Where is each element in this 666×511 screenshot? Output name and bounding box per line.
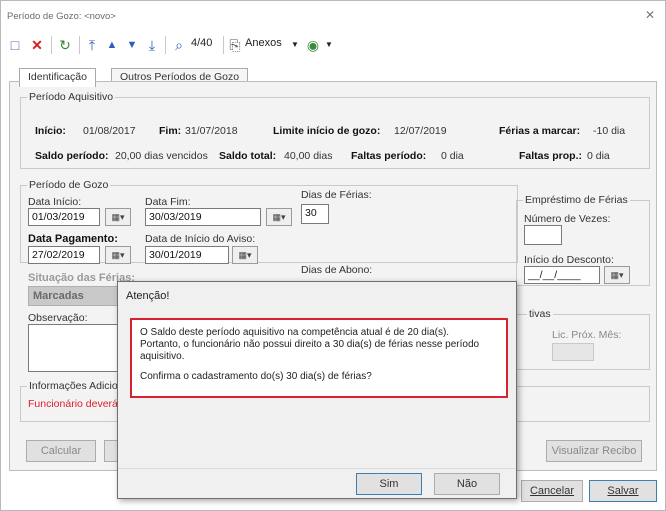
new-document-icon[interactable]: □: [5, 33, 25, 57]
next-record-icon[interactable]: ▼: [123, 33, 141, 57]
limite-label: Limite início de gozo:: [273, 125, 381, 137]
chevron-down-icon[interactable]: ▼: [325, 40, 333, 49]
ferias-marcar-value: -10 dia: [593, 125, 626, 137]
faltas-prop-value: 0 dia: [587, 150, 610, 162]
saldo-periodo-value: 20,00 dias vencidos: [115, 150, 208, 162]
saldo-total-value: 40,00 dias: [284, 150, 333, 162]
paperclip-icon: ⎘: [229, 36, 241, 53]
group-title: Período de Gozo: [27, 179, 111, 191]
observacao-label: Observação:: [28, 312, 88, 324]
title-bar: Período de Gozo: <novo> ✕: [1, 1, 665, 31]
data-aviso-label: Data de Início do Aviso:: [145, 233, 256, 245]
fim-label: Fim:: [159, 125, 182, 137]
delete-icon[interactable]: ✕: [27, 33, 47, 57]
data-inicio-label: Data Início:: [28, 196, 82, 208]
data-fim-field[interactable]: 30/03/2019: [145, 208, 261, 226]
situacao-field: Marcadas: [28, 286, 123, 306]
inicio-label: Início:: [35, 125, 66, 137]
close-icon[interactable]: ✕: [645, 8, 655, 22]
previous-record-icon[interactable]: ▲: [103, 33, 121, 57]
inicio-desconto-label: Início do Desconto:: [524, 254, 614, 266]
calendar-icon[interactable]: ▦▾: [232, 246, 258, 264]
limite-value: 12/07/2019: [394, 125, 447, 137]
faltas-periodo-value: 0 dia: [441, 150, 464, 162]
toolbar: □ ✕ ↻ ⤒ ▲ ▼ ⤓ ⌕ 4/40 ⎘ Anexos ▼ ◉ ▼: [1, 33, 665, 59]
dialog-footer: Sim Não: [118, 468, 516, 498]
lic-prox-mes-label: Lic. Próx. Mês:: [552, 329, 622, 341]
calendar-icon[interactable]: ▦▾: [105, 208, 131, 226]
saldo-total-label: Saldo total:: [219, 150, 277, 162]
globe-icon[interactable]: ◉: [303, 33, 323, 57]
group-title: Informações Adicio: [27, 380, 120, 392]
inicio-value: 01/08/2017: [83, 125, 136, 137]
faltas-periodo-label: Faltas período:: [351, 150, 427, 162]
no-button[interactable]: Não: [434, 473, 500, 495]
faltas-prop-label: Faltas prop.:: [519, 150, 583, 162]
periodo-gozo-window: Período de Gozo: <novo> ✕ □ ✕ ↻ ⤒ ▲ ▼ ⤓ …: [0, 0, 666, 511]
chevron-down-icon[interactable]: ▼: [291, 40, 299, 49]
anexos-menu[interactable]: Anexos: [245, 37, 282, 49]
inicio-desconto-field[interactable]: __/__/____: [524, 266, 600, 284]
calendar-icon[interactable]: ▦▾: [604, 266, 630, 284]
data-pagamento-field[interactable]: 27/02/2019: [28, 246, 100, 264]
save-button[interactable]: Salvar: [589, 480, 657, 502]
data-pagamento-label: Data Pagamento:: [28, 233, 118, 245]
dialog-line: Portanto, o funcionário não possui direi…: [140, 339, 480, 350]
attention-dialog: Atenção! O Saldo deste período aquisitiv…: [117, 281, 517, 499]
periodo-aquisitivo-group: Período Aquisitivo Início: 01/08/2017 Fi…: [20, 91, 650, 169]
data-inicio-field[interactable]: 01/03/2019: [28, 208, 100, 226]
dias-ferias-label: Dias de Férias:: [301, 189, 372, 201]
ferias-marcar-label: Férias a marcar:: [499, 125, 581, 137]
search-records-icon[interactable]: ⌕: [169, 33, 189, 57]
saldo-periodo-label: Saldo período:: [35, 150, 109, 162]
warning-text: Funcionário deverá: [28, 398, 118, 410]
dialog-line: Confirma o cadastramento do(s) 30 dia(s)…: [140, 371, 372, 382]
calendar-icon[interactable]: ▦▾: [266, 208, 292, 226]
observacao-textarea[interactable]: [28, 324, 124, 372]
visualizar-recibo-button[interactable]: Visualizar Recibo: [546, 440, 642, 462]
first-record-icon[interactable]: ⤒: [83, 33, 101, 57]
dialog-line: aquisitivo.: [140, 351, 185, 362]
tab-identificacao[interactable]: Identificação: [19, 68, 96, 87]
licencas-group: tivas: [516, 308, 650, 370]
dialog-message: O Saldo deste período aquisitivo na comp…: [130, 318, 508, 398]
lic-prox-mes-field: [552, 343, 594, 361]
record-counter: 4/40: [191, 37, 213, 49]
dias-abono-label: Dias de Abono:: [301, 264, 373, 276]
data-fim-label: Data Fim:: [145, 196, 191, 208]
dialog-line: O Saldo deste período aquisitivo na comp…: [140, 327, 450, 338]
numero-vezes-field[interactable]: [524, 225, 562, 245]
dias-ferias-field[interactable]: 30: [301, 204, 329, 224]
refresh-icon[interactable]: ↻: [55, 33, 75, 57]
group-title: Período Aquisitivo: [27, 91, 116, 103]
cancel-button[interactable]: Cancelar: [521, 480, 583, 502]
yes-button[interactable]: Sim: [356, 473, 422, 495]
dialog-title: Atenção!: [126, 290, 170, 302]
calendar-icon[interactable]: ▦▾: [105, 246, 131, 264]
group-title: Empréstimo de Férias: [523, 194, 630, 206]
group-title: tivas: [527, 308, 553, 320]
last-record-icon[interactable]: ⤓: [143, 33, 161, 57]
fim-value: 31/07/2018: [185, 125, 238, 137]
window-title: Período de Gozo: <novo>: [7, 11, 116, 22]
calcular-button[interactable]: Calcular: [26, 440, 96, 462]
data-aviso-field[interactable]: 30/01/2019: [145, 246, 229, 264]
numero-vezes-label: Número de Vezes:: [524, 213, 611, 225]
